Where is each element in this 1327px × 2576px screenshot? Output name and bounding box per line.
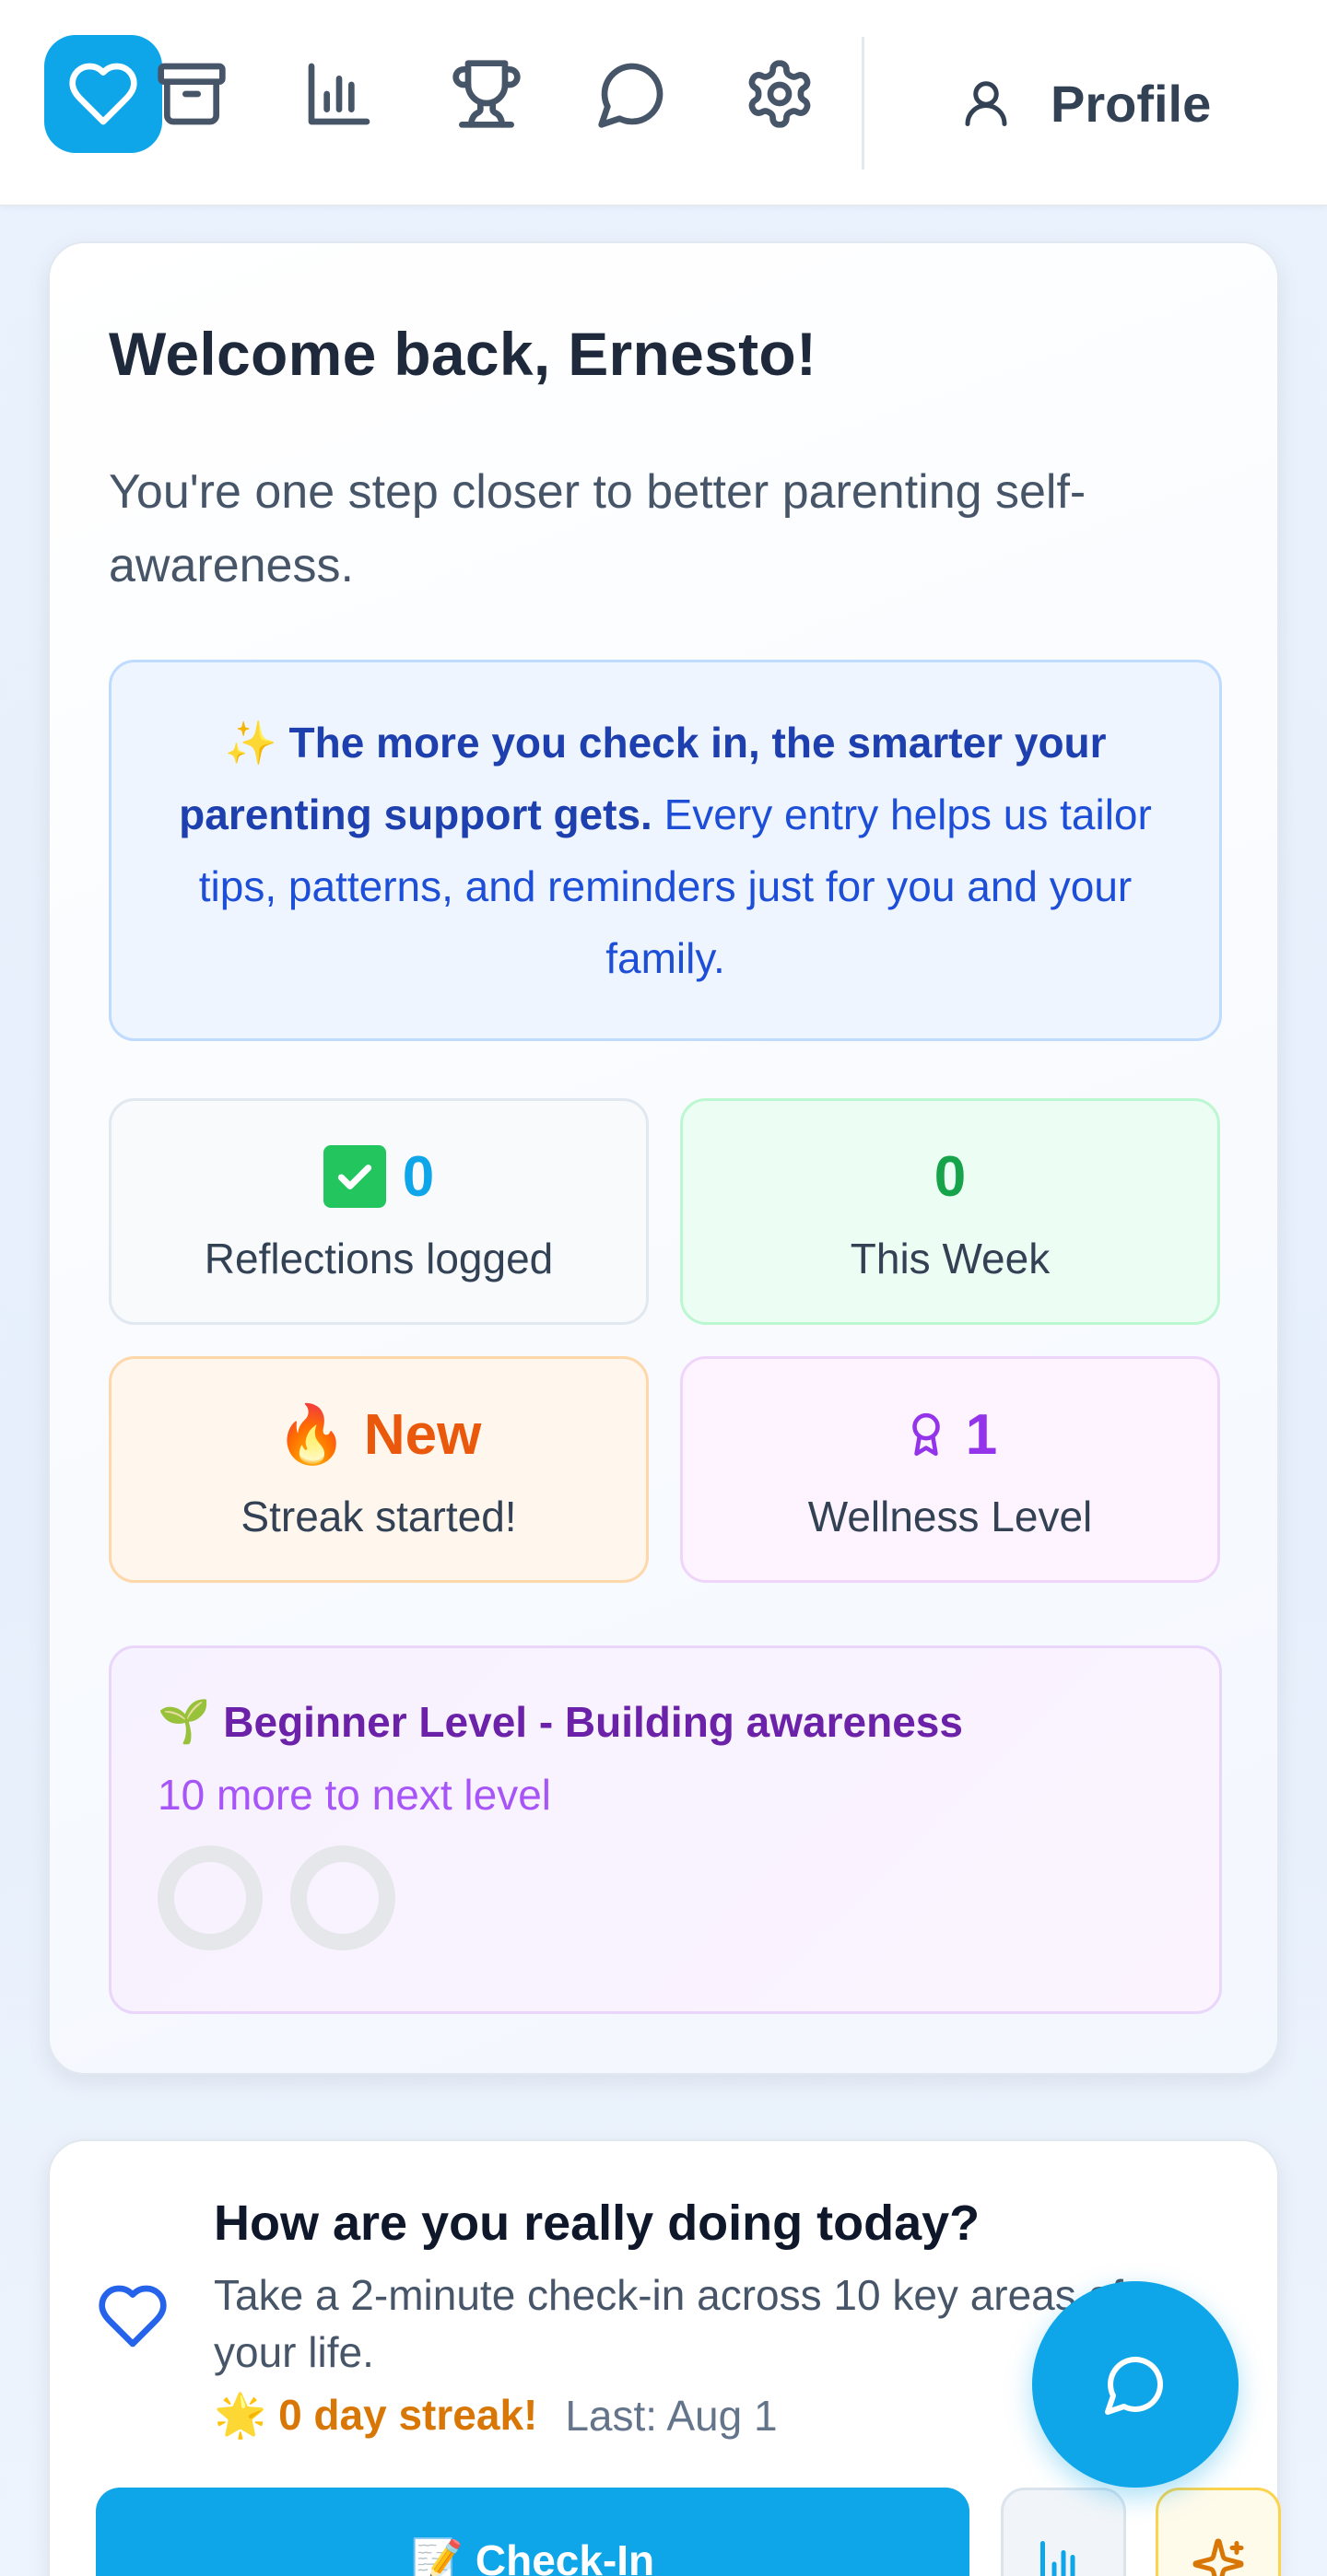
message-circle-icon bbox=[1105, 2356, 1164, 2415]
sparkles-icon bbox=[1192, 2538, 1244, 2576]
stat-this-week-label: This Week bbox=[850, 1235, 1051, 1282]
profile-button[interactable]: Profile bbox=[958, 57, 1211, 149]
bar-chart-icon bbox=[308, 63, 370, 125]
check-in-button[interactable]: 📝 Check-In bbox=[96, 2488, 969, 2576]
stat-streak: 🔥 New Streak started! bbox=[109, 1356, 649, 1583]
bar-chart-icon bbox=[1040, 2541, 1075, 2576]
stat-reflections: 0 Reflections logged bbox=[109, 1098, 649, 1325]
message-circle-icon bbox=[598, 63, 664, 128]
nav-divider bbox=[862, 37, 864, 170]
tip-box: ✨ The more you check in, the smarter you… bbox=[109, 660, 1222, 1041]
profile-label: Profile bbox=[1051, 74, 1212, 133]
fire-emoji: 🔥 bbox=[276, 1402, 347, 1467]
sparkles-emoji: ✨ bbox=[224, 719, 277, 767]
checkin-title: How are you really doing today? bbox=[214, 2195, 981, 2251]
level-progress-box: 🌱 Beginner Level - Building awareness 10… bbox=[109, 1645, 1222, 2014]
award-icon bbox=[911, 1412, 940, 1457]
welcome-title: Welcome back, Ernesto! bbox=[109, 320, 817, 388]
welcome-subtitle: You're one step closer to better parenti… bbox=[109, 465, 1086, 592]
progress-ring bbox=[290, 1845, 395, 1950]
streak-text: 0 day streak! bbox=[278, 2391, 538, 2439]
heart-icon bbox=[69, 63, 137, 125]
archive-icon bbox=[158, 63, 226, 125]
level-title: Beginner Level - Building awareness bbox=[223, 1697, 963, 1746]
welcome-card: Welcome back, Ernesto! You're one step c… bbox=[48, 241, 1279, 2075]
stat-wellness-value: 1 bbox=[965, 1402, 998, 1467]
view-insights-button[interactable] bbox=[1001, 2488, 1126, 2576]
stat-wellness-level: 1 Wellness Level bbox=[680, 1356, 1220, 1583]
ai-insights-button[interactable] bbox=[1156, 2488, 1281, 2576]
stat-this-week: 0 This Week bbox=[680, 1098, 1220, 1325]
seedling-emoji: 🌱 bbox=[158, 1697, 211, 1745]
tip-text-block: ✨ The more you check in, the smarter you… bbox=[176, 707, 1155, 994]
nav-archive-button[interactable] bbox=[133, 35, 251, 153]
nav-insights-button[interactable] bbox=[280, 35, 398, 153]
gear-icon bbox=[748, 60, 811, 128]
stat-reflections-label: Reflections logged bbox=[204, 1235, 554, 1282]
nav-settings-button[interactable] bbox=[721, 35, 839, 153]
progress-ring bbox=[158, 1845, 263, 1950]
streak-row: 🌟 0 day streak! Last: Aug 1 bbox=[214, 2390, 778, 2441]
stat-this-week-value: 0 bbox=[934, 1144, 967, 1209]
star-emoji: 🌟 bbox=[214, 2391, 267, 2439]
stat-reflections-value: 0 bbox=[402, 1144, 435, 1209]
user-icon bbox=[965, 81, 1007, 126]
stat-wellness-label: Wellness Level bbox=[807, 1493, 1093, 1540]
top-nav: Profile bbox=[0, 0, 1327, 206]
level-next-text: 10 more to next level bbox=[158, 1771, 552, 1819]
heart-icon bbox=[99, 2285, 167, 2348]
last-checkin-text: Last: Aug 1 bbox=[565, 2391, 778, 2440]
check-box-emoji bbox=[323, 1145, 386, 1208]
chat-fab-button[interactable] bbox=[1032, 2281, 1239, 2488]
nav-achievements-button[interactable] bbox=[428, 35, 546, 153]
stat-streak-value: New bbox=[363, 1402, 482, 1467]
stat-streak-label: Streak started! bbox=[241, 1493, 517, 1540]
nav-messages-button[interactable] bbox=[573, 35, 691, 153]
trophy-icon bbox=[452, 60, 521, 128]
